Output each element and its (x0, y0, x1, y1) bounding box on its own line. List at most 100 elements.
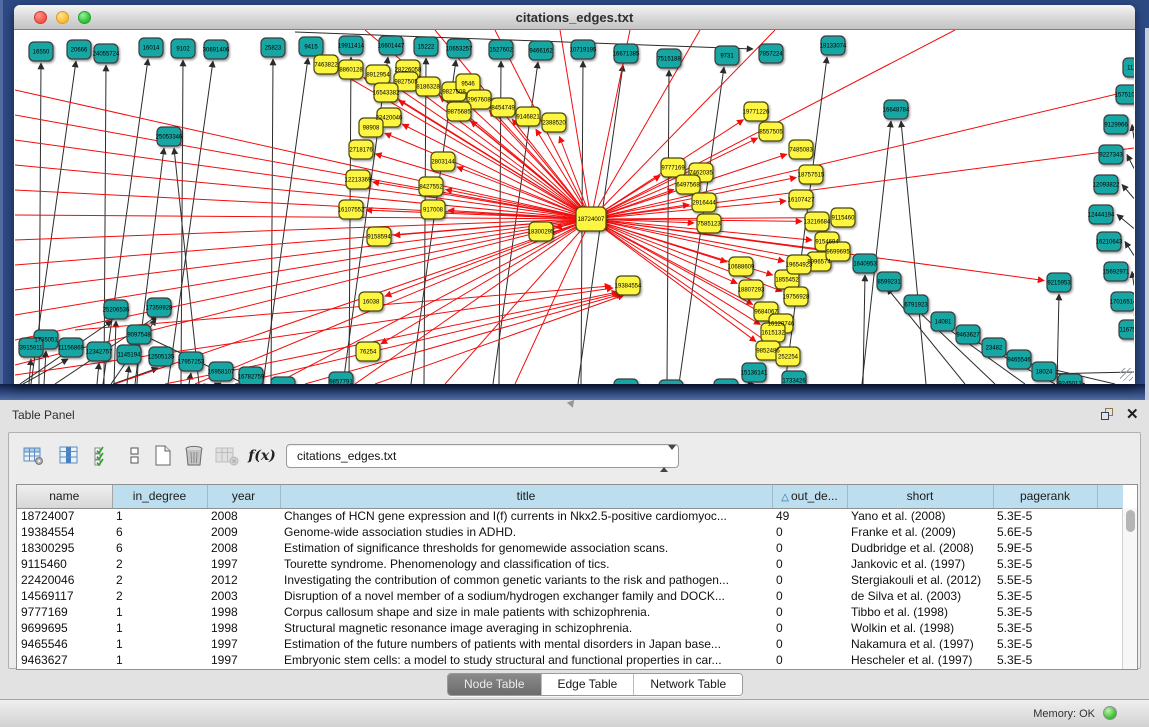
svg-text:16648784: 16648784 (883, 108, 910, 114)
column-header-out-degree[interactable]: △out_de... (772, 485, 847, 508)
table-row[interactable]: 946362711997Embryonic stem cells: a mode… (17, 652, 1123, 668)
close-panel-icon[interactable]: ✕ (1126, 405, 1139, 423)
table-cell: Disruption of a novel member of a sodium… (280, 588, 772, 604)
column-header-pagerank[interactable]: pagerank (993, 485, 1097, 508)
panel-divider-strip (1145, 28, 1149, 400)
table-row[interactable]: 1830029562008Estimation of significance … (17, 540, 1123, 556)
new-table-icon[interactable] (150, 443, 176, 469)
svg-text:7515188: 7515188 (657, 57, 681, 63)
graph-node[interactable] (614, 379, 638, 384)
table-cell: Estimation of the future numbers of pati… (280, 636, 772, 652)
graph-node[interactable] (659, 380, 683, 384)
svg-text:8912954: 8912954 (366, 73, 390, 79)
svg-text:28226058: 28226058 (395, 68, 422, 74)
table-row[interactable]: 969969511998Structural magnetic resonanc… (17, 620, 1123, 636)
table-cell: 5.3E-5 (993, 620, 1097, 636)
table-cell: 0 (772, 636, 847, 652)
svg-text:1615132: 1615132 (761, 331, 785, 337)
svg-text:16543382: 16543382 (373, 91, 400, 97)
table-cell: 1998 (207, 604, 280, 620)
svg-text:9827508: 9827508 (442, 90, 466, 96)
network-window-titlebar[interactable]: citations_edges.txt (14, 5, 1135, 30)
table-cell: 9115460 (17, 556, 112, 572)
svg-text:25053346: 25053346 (156, 135, 183, 141)
import-table-icon-disabled (214, 443, 240, 469)
column-visibility-icon[interactable] (56, 443, 82, 469)
svg-text:1167534: 1167534 (1120, 328, 1134, 334)
table-cell: 2 (112, 588, 207, 604)
table-cell: Structural magnetic resonance image aver… (280, 620, 772, 636)
tab-network-table[interactable]: Network Table (633, 674, 742, 695)
network-window-title: citations_edges.txt (14, 10, 1135, 25)
table-cell: 5.3E-5 (993, 588, 1097, 604)
svg-text:7463822: 7463822 (314, 63, 338, 69)
select-columns-icon[interactable] (90, 443, 116, 469)
svg-text:8599231: 8599231 (877, 280, 901, 286)
delete-table-icon[interactable] (181, 443, 207, 469)
table-cell: 1998 (207, 620, 280, 636)
float-panel-icon[interactable] (1100, 407, 1115, 422)
table-cell: 5.3E-5 (993, 636, 1097, 652)
row-height-icon[interactable] (122, 443, 148, 469)
svg-text:10719195: 10719195 (570, 48, 597, 54)
table-cell: Changes of HCN gene expression and I(f) … (280, 508, 772, 524)
svg-text:8427552: 8427552 (419, 185, 443, 191)
column-header-title[interactable]: title (280, 485, 772, 508)
svg-text:10653257: 10653257 (446, 47, 473, 53)
svg-text:16038: 16038 (363, 300, 380, 306)
table-cell: 1 (112, 508, 207, 524)
svg-text:16107427: 16107427 (788, 198, 815, 204)
table-settings-icon[interactable] (21, 443, 47, 469)
function-builder-icon[interactable]: f(x) (249, 443, 275, 469)
column-header-name[interactable]: name (17, 485, 112, 508)
table-cell: 1997 (207, 636, 280, 652)
table-selector-dropdown[interactable]: citations_edges.txt (286, 444, 679, 468)
tab-node-table[interactable]: Node Table (448, 674, 541, 695)
svg-text:1735051: 1735051 (34, 338, 58, 344)
table-scrollbar-thumb[interactable] (1126, 510, 1135, 532)
tab-edge-table[interactable]: Edge Table (541, 674, 634, 695)
svg-text:19911414: 19911414 (338, 44, 365, 50)
table-cell-filler (1097, 652, 1123, 668)
table-row[interactable]: 1938455462009Genome-wide association stu… (17, 524, 1123, 540)
table-cell: 9465546 (17, 636, 112, 652)
table-row[interactable]: 946554611997Estimation of the future num… (17, 636, 1123, 652)
svg-text:2916444: 2916444 (692, 201, 716, 207)
table-cell: Tibbo et al. (1998) (847, 604, 993, 620)
table-row[interactable]: 911546021997Tourette syndrome. Phenomeno… (17, 556, 1123, 572)
column-header-year[interactable]: year (207, 485, 280, 508)
table-cell: Dudbridge et al. (2008) (847, 540, 993, 556)
table-panel-body: f(x) citations_edges.txt name in_degree … (8, 432, 1141, 669)
network-graph-canvas[interactable]: 1872400719384554183002951655020666240557… (15, 30, 1134, 384)
table-row[interactable]: 1456911722003Disruption of a novel membe… (17, 588, 1123, 604)
table-cell: 5.3E-5 (993, 652, 1097, 668)
table-row[interactable]: 2242004622012Investigating the contribut… (17, 572, 1123, 588)
svg-text:9852486: 9852486 (756, 349, 780, 355)
svg-text:9466162: 9466162 (529, 49, 553, 55)
svg-text:8186328: 8186328 (416, 85, 440, 91)
svg-text:18724007: 18724007 (578, 217, 605, 223)
table-type-tabs: Node TableEdge TableNetwork Table (447, 673, 743, 696)
table-scrollbar[interactable] (1122, 508, 1137, 670)
graph-node[interactable] (714, 379, 738, 384)
window-resize-grip[interactable] (1120, 368, 1133, 381)
table-row[interactable]: 977716911998Corpus callosum shape and si… (17, 604, 1123, 620)
svg-text:8860128: 8860128 (339, 68, 363, 74)
table-row[interactable]: 1872400712008Changes of HCN gene express… (17, 508, 1123, 524)
graph-node[interactable] (271, 377, 295, 384)
svg-text:9245012: 9245012 (1058, 382, 1082, 385)
svg-text:917008: 917008 (423, 208, 444, 214)
column-header-in-degree[interactable]: in_degree (112, 485, 207, 508)
svg-text:9546: 9546 (461, 82, 475, 88)
table-cell: 0 (772, 652, 847, 668)
svg-text:9731: 9731 (720, 54, 734, 60)
column-header-short[interactable]: short (847, 485, 993, 508)
table-cell: 14569117 (17, 588, 112, 604)
svg-text:19771226: 19771226 (743, 110, 770, 116)
svg-text:2803144: 2803144 (431, 160, 455, 166)
svg-text:1640953: 1640953 (853, 262, 877, 268)
svg-text:12093822: 12093822 (1093, 183, 1120, 189)
svg-text:76254: 76254 (360, 350, 377, 356)
table-cell: Estimation of significance thresholds fo… (280, 540, 772, 556)
table-cell: 0 (772, 588, 847, 604)
